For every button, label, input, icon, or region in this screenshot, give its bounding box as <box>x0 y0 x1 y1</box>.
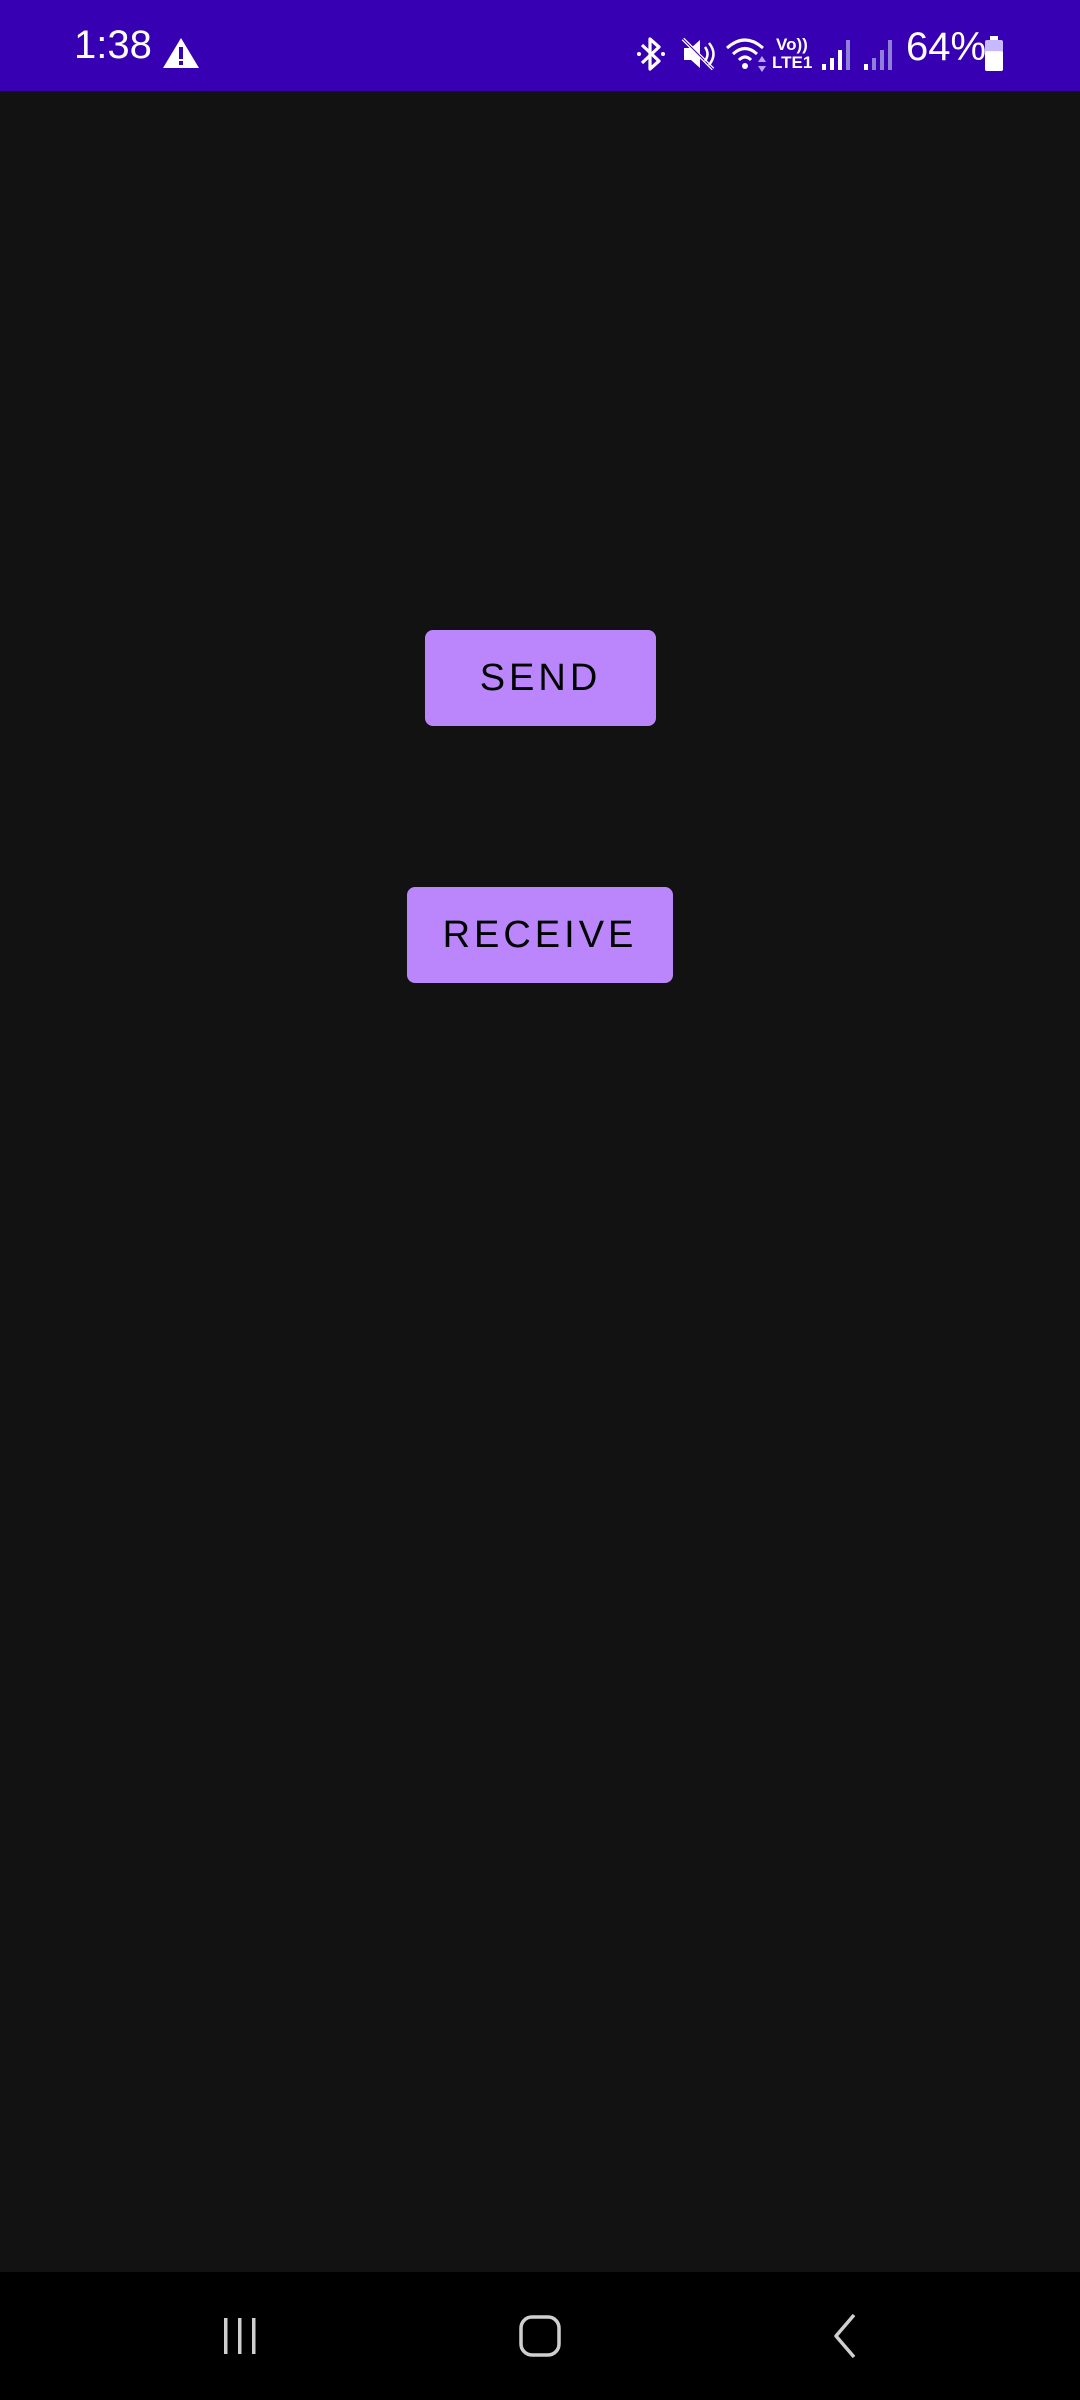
bluetooth-icon <box>637 37 665 71</box>
mute-icon <box>681 37 715 71</box>
volte-icon: Vo)) LTE1 <box>772 34 816 74</box>
signal-icon-2 <box>864 40 892 70</box>
receive-button[interactable]: RECEIVE <box>407 887 673 983</box>
back-icon <box>834 2313 856 2359</box>
battery-icon <box>985 36 1003 71</box>
status-bar: 1:38 Vo)) LTE1 64% <box>0 0 1080 91</box>
battery-percent: 64% <box>906 25 987 69</box>
send-button[interactable]: SEND <box>425 630 656 726</box>
wifi-icon <box>726 38 766 72</box>
volte-label-top: Vo)) <box>776 35 808 54</box>
recents-icon <box>224 2318 256 2354</box>
status-time: 1:38 <box>74 23 152 67</box>
home-button[interactable] <box>460 2272 620 2400</box>
app-screen: 1:38 Vo)) LTE1 64% SEND RECEIVE <box>0 0 1080 2400</box>
signal-icon <box>822 40 850 70</box>
volte-label-bottom: LTE1 <box>772 53 813 72</box>
recents-button[interactable] <box>160 2272 320 2400</box>
back-button[interactable] <box>765 2272 925 2400</box>
home-icon <box>519 2315 561 2357</box>
navigation-bar <box>0 2272 1080 2400</box>
warning-icon <box>163 38 199 68</box>
